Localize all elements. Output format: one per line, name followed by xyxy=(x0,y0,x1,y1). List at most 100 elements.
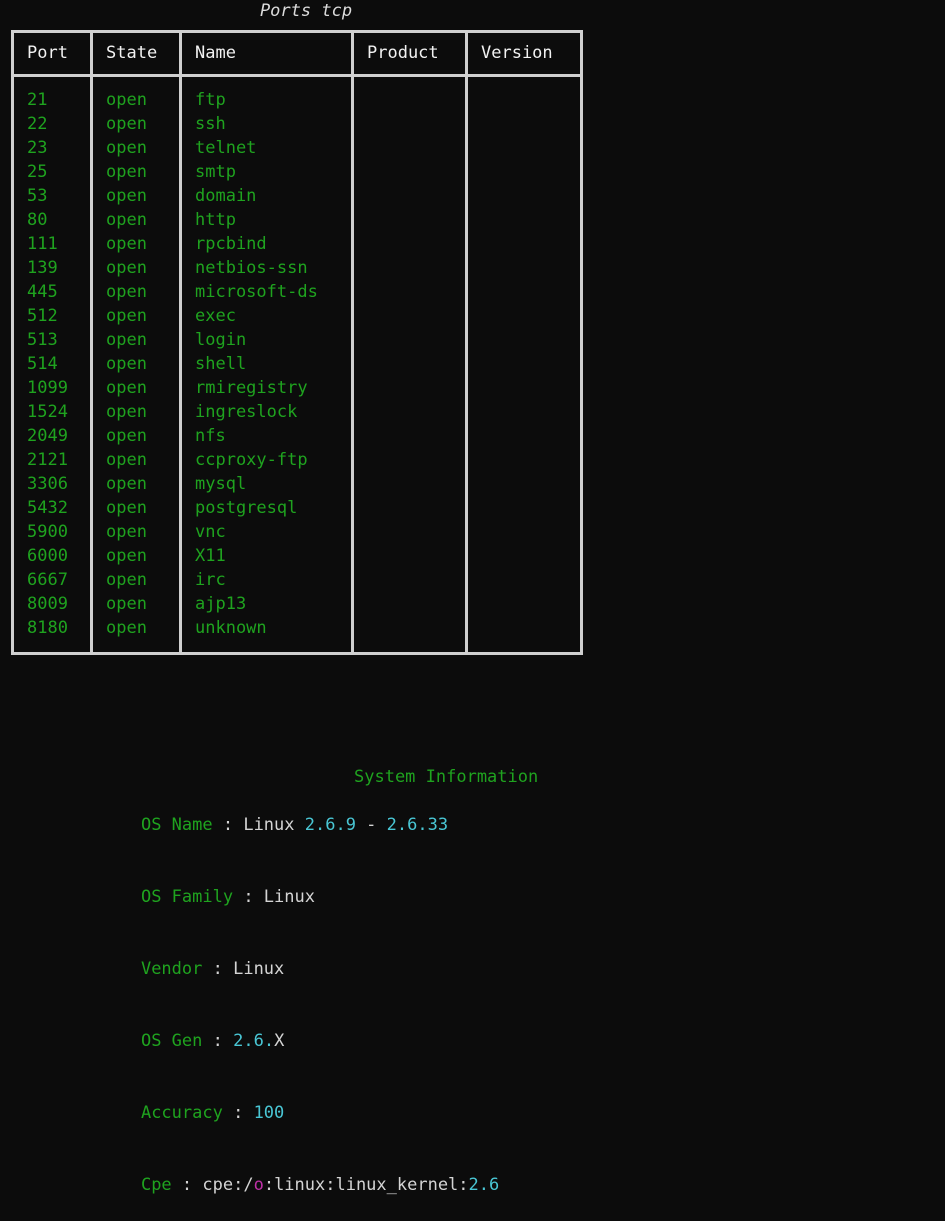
column-header-state[interactable]: State xyxy=(90,30,182,77)
cell-product xyxy=(367,400,465,424)
field-os-name-prefix: Linux xyxy=(243,815,305,835)
cell-product xyxy=(367,280,465,304)
cell-state: open xyxy=(106,570,147,590)
field-cpe-mid: :linux:linux_kernel: xyxy=(263,1175,469,1195)
cell-name: telnet xyxy=(195,138,257,158)
version-column-cells xyxy=(465,74,583,655)
field-cpe-head: cpe:/ xyxy=(202,1175,254,1195)
cell-version xyxy=(481,256,580,280)
cell-version xyxy=(481,208,580,232)
cell-port: 53 xyxy=(27,186,48,206)
ports-table-body: 21 22 23 25 53 80 111 139 445 512 513 514 1099 1524 20… xyxy=(11,74,583,655)
cell-name: netbios-ssn xyxy=(195,258,308,278)
cell-port: 1099 xyxy=(27,378,68,398)
cell-version xyxy=(481,448,580,472)
cell-port: 21 xyxy=(27,90,48,110)
field-os-family-value: Linux xyxy=(263,887,315,907)
cell-product xyxy=(367,160,465,184)
cell-port: 514 xyxy=(27,354,58,374)
cell-state: open xyxy=(106,474,147,494)
field-cpe-label: Cpe xyxy=(140,1175,172,1195)
ports-section: Ports tcp Port State Name Product Versio… xyxy=(0,0,620,655)
cell-state: open xyxy=(106,498,147,518)
cell-product xyxy=(367,88,465,112)
cell-version xyxy=(481,328,580,352)
field-vendor-value: Linux xyxy=(233,959,285,979)
cell-version xyxy=(481,616,580,640)
field-vendor-separator: : xyxy=(202,959,234,979)
cell-state: open xyxy=(106,186,147,206)
cell-name: X11 xyxy=(195,546,226,566)
cell-state: open xyxy=(106,354,147,374)
field-os-family-label: OS Family xyxy=(140,887,234,907)
column-header-name[interactable]: Name xyxy=(179,30,354,77)
cell-name: ssh xyxy=(195,114,226,134)
cell-state: open xyxy=(106,90,147,110)
cell-port: 22 xyxy=(27,114,48,134)
field-os-name-label: OS Name xyxy=(140,815,213,835)
field-os-name-dash: - xyxy=(355,815,387,835)
cell-state: open xyxy=(106,114,147,134)
cell-state: open xyxy=(106,378,147,398)
cell-product xyxy=(367,256,465,280)
field-cpe-version: 2.6 xyxy=(468,1175,500,1195)
cell-port: 5900 xyxy=(27,522,68,542)
cell-state: open xyxy=(106,282,147,302)
field-os-family-separator: : xyxy=(233,887,264,907)
cell-name: unknown xyxy=(195,618,267,638)
cell-port: 8009 xyxy=(27,594,68,614)
cell-version xyxy=(481,184,580,208)
cell-name: rpcbind xyxy=(195,234,267,254)
field-cpe: Cpe : cpe:/o:linux:linux_kernel:2.6 xyxy=(0,1149,945,1221)
cell-port: 80 xyxy=(27,210,48,230)
cell-port: 6000 xyxy=(27,546,68,566)
field-accuracy: Accuracy : 100 xyxy=(0,1077,945,1149)
column-header-product[interactable]: Product xyxy=(351,30,468,77)
cell-name: postgresql xyxy=(195,498,298,518)
cell-state: open xyxy=(106,234,147,254)
cell-product xyxy=(367,496,465,520)
cell-version xyxy=(481,304,580,328)
cell-product xyxy=(367,568,465,592)
name-column-cells: ftp ssh telnet smtp domain http rpcbind netbios… xyxy=(179,74,354,655)
cell-product xyxy=(367,616,465,640)
cell-name: http xyxy=(195,210,236,230)
cell-version xyxy=(481,424,580,448)
cell-product xyxy=(367,352,465,376)
ports-table: Port State Name Product Version 21 22 23 25… xyxy=(11,30,583,655)
cell-name: microsoft-ds xyxy=(195,282,318,302)
cell-version xyxy=(481,232,580,256)
product-column-cells xyxy=(351,74,468,655)
cell-name: ccproxy-ftp xyxy=(195,450,308,470)
field-cpe-separator: : xyxy=(171,1175,203,1195)
cell-name: ajp13 xyxy=(195,594,247,614)
cell-version xyxy=(481,568,580,592)
cell-name: smtp xyxy=(195,162,236,182)
column-header-port[interactable]: Port xyxy=(11,30,93,77)
table-header-row: Port State Name Product Version xyxy=(11,30,583,77)
cell-state: open xyxy=(106,162,147,182)
cell-name: shell xyxy=(195,354,247,374)
field-os-family: OS Family : Linux xyxy=(0,861,945,933)
table-body-row: 21 22 23 25 53 80 111 139 445 512 513 514 1099 1524 20… xyxy=(11,74,583,655)
column-header-version[interactable]: Version xyxy=(465,30,583,77)
cell-product xyxy=(367,232,465,256)
cell-version xyxy=(481,376,580,400)
cell-product xyxy=(367,304,465,328)
field-os-gen-label: OS Gen xyxy=(140,1031,203,1051)
cell-product xyxy=(367,136,465,160)
cell-state: open xyxy=(106,306,147,326)
cell-port: 2121 xyxy=(27,450,68,470)
field-os-name-version-low: 2.6.9 xyxy=(304,815,356,835)
cell-name: mysql xyxy=(195,474,247,494)
field-os-gen-suffix: X xyxy=(274,1031,285,1051)
cell-state: open xyxy=(106,618,147,638)
cell-state: open xyxy=(106,210,147,230)
cell-state: open xyxy=(106,426,147,446)
field-accuracy-separator: : xyxy=(222,1103,254,1123)
cell-port: 8180 xyxy=(27,618,68,638)
cell-name: irc xyxy=(195,570,226,590)
field-os-name: OS Name : Linux 2.6.9 - 2.6.33 xyxy=(0,789,945,861)
cell-port: 5432 xyxy=(27,498,68,518)
cell-name: ftp xyxy=(195,90,226,110)
